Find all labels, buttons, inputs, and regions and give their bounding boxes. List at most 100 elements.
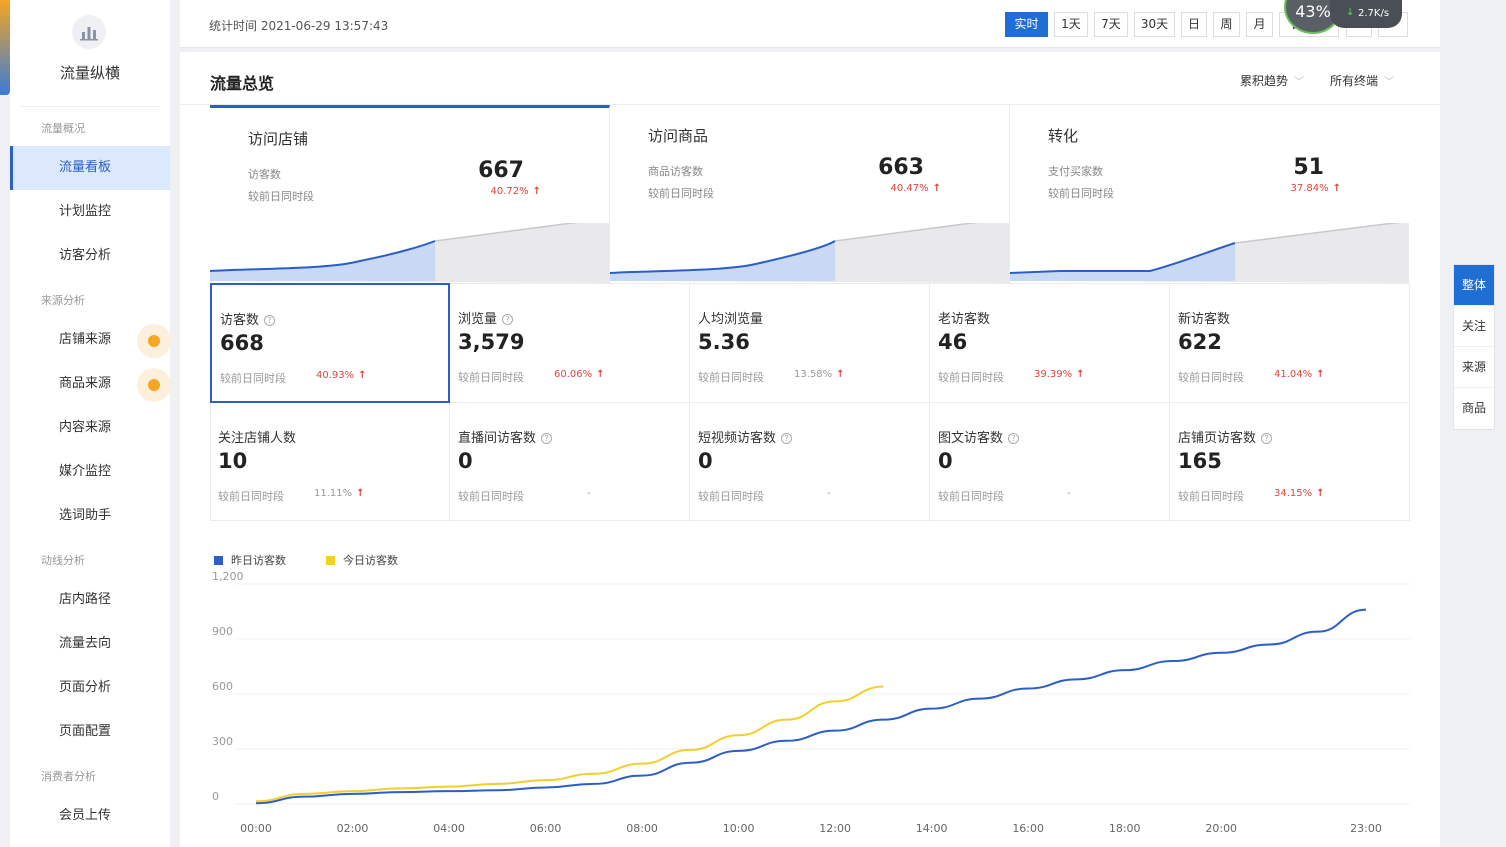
metric-pct: 11.11% ↑ <box>314 488 365 499</box>
metric-shop-followers[interactable]: 关注店铺人数 10 较前日同时段 11.11% ↑ <box>210 403 450 522</box>
sidebar-item-media-monitor[interactable]: 媒介监控 <box>10 450 170 494</box>
metric-compare: 较前日同时段 <box>698 371 764 384</box>
sidebar-item-shop-path[interactable]: 店内路径 <box>10 578 170 622</box>
metric-value: 622 <box>1178 330 1222 354</box>
metric-label: 新访客数 <box>1178 312 1231 327</box>
metric-article-visitors[interactable]: 图文访客数? 0 较前日同时段 - <box>930 403 1170 522</box>
metric-value: 0 <box>698 449 713 473</box>
notification-dot <box>137 324 171 358</box>
help-icon[interactable]: ? <box>541 433 553 444</box>
overview-compare: 较前日同时段 <box>248 190 314 203</box>
range-day-button[interactable]: 日 <box>1181 12 1207 37</box>
metric-new-visitors[interactable]: 新访客数 622 较前日同时段 41.04% ↑ <box>1170 284 1409 403</box>
sidebar-item-page-analysis[interactable]: 页面分析 <box>10 666 170 710</box>
help-icon[interactable]: ? <box>264 315 276 326</box>
metric-compare: 较前日同时段 <box>1178 490 1244 503</box>
app-edge-strip <box>0 0 10 95</box>
legend-yesterday[interactable]: 昨日访客数 <box>214 552 286 568</box>
x-tick-label: 04:00 <box>433 822 465 835</box>
overview-value: 51 <box>1293 155 1324 180</box>
metric-old-visitors[interactable]: 老访客数 46 较前日同时段 39.39% ↑ <box>930 284 1170 403</box>
sidebar-item-content-source[interactable]: 内容来源 <box>10 406 170 450</box>
x-tick-label: 23:00 <box>1350 822 1382 835</box>
metric-shop-page-visitors[interactable]: 店铺页访客数? 165 较前日同时段 34.15% ↑ <box>1170 403 1409 522</box>
arrow-up-icon: ↑ <box>596 369 605 380</box>
sidebar-group-path: 动线分析 <box>41 554 85 567</box>
metric-value: 0 <box>458 449 473 473</box>
range-30day-button[interactable]: 30天 <box>1134 12 1175 37</box>
metric-avg-pageviews[interactable]: 人均浏览量 5.36 较前日同时段 13.58% ↑ <box>690 284 930 403</box>
metric-label: 直播间访客数? <box>458 427 553 446</box>
series-line-today <box>255 685 884 803</box>
sidebar-item-visitor-analysis[interactable]: 访客分析 <box>10 234 170 278</box>
y-tick-label: 300 <box>212 735 233 748</box>
sparkline <box>610 223 1009 283</box>
metric-value: 668 <box>220 331 264 355</box>
help-icon[interactable]: ? <box>502 314 514 325</box>
x-tick-label: 20:00 <box>1205 822 1237 835</box>
overview-card-goods[interactable]: 访问商品 商品访客数 较前日同时段 663 40.47% ↑ <box>610 105 1010 283</box>
metric-compare: 较前日同时段 <box>218 490 284 503</box>
sidebar-group-overview: 流量概况 <box>41 122 85 135</box>
view-switcher: 整体 关注 来源 商品 <box>1453 264 1495 430</box>
help-icon[interactable]: ? <box>1008 433 1020 444</box>
metric-compare: 较前日同时段 <box>458 490 524 503</box>
terminal-dropdown[interactable]: 所有终端 ﹀ <box>1330 72 1394 89</box>
metric-pct: - <box>827 488 831 499</box>
overview-label: 支付买家数 <box>1048 165 1103 178</box>
range-week-button[interactable]: 周 <box>1213 12 1240 37</box>
legend-today[interactable]: 今日访客数 <box>326 552 398 568</box>
overview-card-conversion[interactable]: 转化 支付买家数 较前日同时段 51 37.84% ↑ <box>1010 105 1409 283</box>
metric-label: 短视频访客数? <box>698 427 793 446</box>
metric-pct: 34.15% ↑ <box>1274 488 1325 499</box>
metric-compare: 较前日同时段 <box>458 371 524 384</box>
trend-dropdown[interactable]: 累积趋势 ﹀ <box>1240 72 1304 89</box>
tab-goods[interactable]: 商品 <box>1454 388 1494 429</box>
sidebar-item-member-upload[interactable]: 会员上传 <box>10 794 170 838</box>
range-7day-button[interactable]: 7天 <box>1094 12 1128 37</box>
metric-visitors[interactable]: 访客数? 668 较前日同时段 40.93% ↑ <box>210 283 450 403</box>
y-tick-label: 600 <box>212 680 233 693</box>
metric-compare: 较前日同时段 <box>938 490 1004 503</box>
overview-label: 访客数 <box>248 168 281 181</box>
x-tick-label: 16:00 <box>1012 822 1044 835</box>
metric-pct: 41.04% ↑ <box>1274 369 1325 380</box>
arrow-up-icon: ↑ <box>1076 369 1085 380</box>
stat-time: 统计时间 2021-06-29 13:57:43 <box>209 19 389 33</box>
legend-swatch <box>326 556 335 565</box>
metric-compare: 较前日同时段 <box>220 372 286 385</box>
help-icon[interactable]: ? <box>1261 433 1273 444</box>
metric-pct: 40.93% ↑ <box>316 370 367 381</box>
overview-pct: 37.84% ↑ <box>1290 183 1341 194</box>
sidebar-item-keyword-helper[interactable]: 选词助手 <box>10 494 170 538</box>
tab-follow[interactable]: 关注 <box>1454 306 1494 347</box>
metric-live-visitors[interactable]: 直播间访客数? 0 较前日同时段 - <box>450 403 690 522</box>
overview-value: 667 <box>478 158 524 183</box>
metrics-grid: 访客数? 668 较前日同时段 40.93% ↑ 浏览量? 3,579 较前日同时… <box>210 283 1410 522</box>
range-month-button[interactable]: 月 <box>1246 12 1273 37</box>
page-title: 流量总览 <box>210 74 275 93</box>
arrow-up-icon: ↑ <box>932 183 941 194</box>
y-tick-label: 900 <box>212 625 233 638</box>
tab-source[interactable]: 来源 <box>1454 347 1494 388</box>
sidebar-item-traffic-board[interactable]: 流量看板 <box>10 146 170 190</box>
range-realtime-button[interactable]: 实时 <box>1005 12 1048 37</box>
x-tick-label: 12:00 <box>819 822 851 835</box>
metric-compare: 较前日同时段 <box>938 371 1004 384</box>
trend-dropdown-label: 累积趋势 <box>1240 74 1289 88</box>
help-icon[interactable]: ? <box>781 433 793 444</box>
overview-card-shop[interactable]: 访问店铺 访客数 较前日同时段 667 40.72% ↑ <box>210 105 610 283</box>
sidebar-item-traffic-destination[interactable]: 流量去向 <box>10 622 170 666</box>
tab-overall[interactable]: 整体 <box>1454 265 1494 306</box>
x-tick-label: 06:00 <box>530 822 562 835</box>
sidebar-item-plan-monitor[interactable]: 计划监控 <box>10 190 170 234</box>
metric-value: 0 <box>938 449 953 473</box>
metric-pageviews[interactable]: 浏览量? 3,579 较前日同时段 60.06% ↑ <box>450 284 690 403</box>
sidebar-item-page-config[interactable]: 页面配置 <box>10 710 170 754</box>
sidebar: 流量纵横 流量概况 流量看板 计划监控 访客分析 来源分析 店铺来源 商品来源 … <box>10 0 171 847</box>
metric-pct: 39.39% ↑ <box>1034 369 1085 380</box>
range-1day-button[interactable]: 1天 <box>1054 12 1088 37</box>
metric-video-visitors[interactable]: 短视频访客数? 0 较前日同时段 - <box>690 403 930 522</box>
x-tick-label: 10:00 <box>723 822 755 835</box>
notification-dot <box>137 368 171 402</box>
